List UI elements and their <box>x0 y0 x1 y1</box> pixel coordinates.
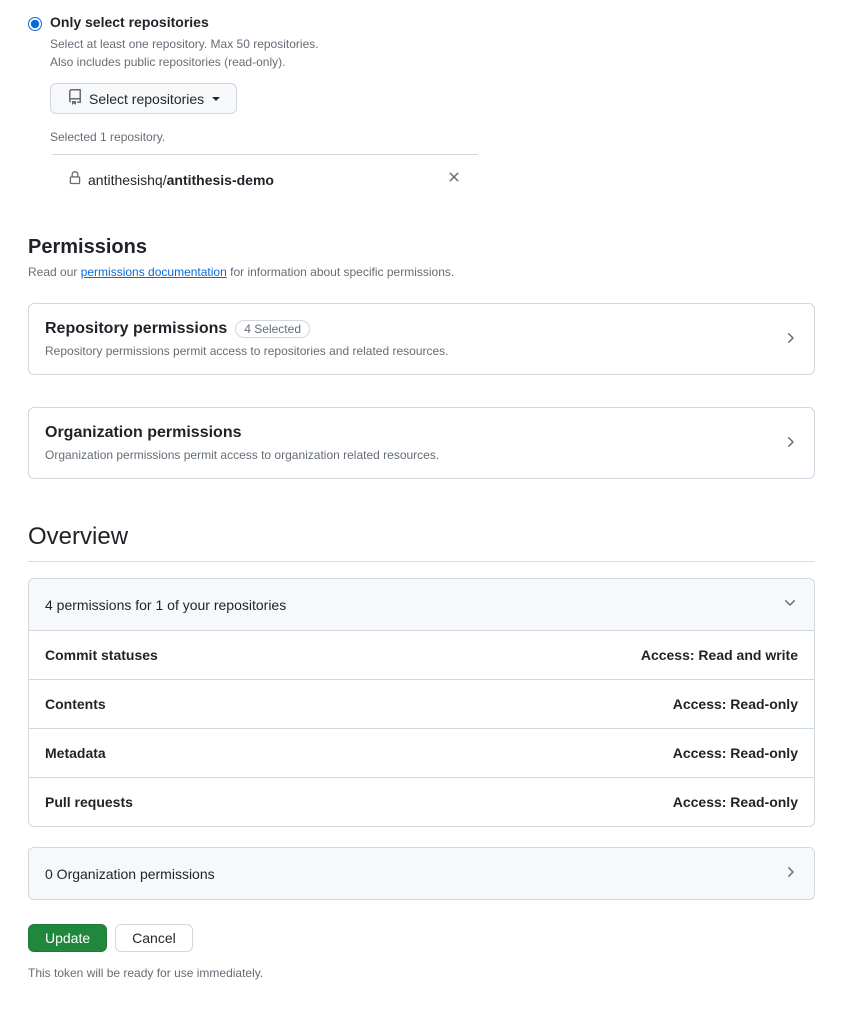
repo-name: antithesis-demo <box>167 172 274 188</box>
lock-icon <box>68 171 82 188</box>
chevron-right-icon <box>782 864 798 883</box>
perm-access: Access: Read-only <box>673 745 798 761</box>
org-overview-header[interactable]: 0 Organization permissions <box>29 848 814 899</box>
permissions-doc-link[interactable]: permissions documentation <box>81 265 227 279</box>
repo-owner: antithesishq/ <box>88 172 167 188</box>
only-select-repos-radio[interactable] <box>28 17 42 31</box>
cancel-button[interactable]: Cancel <box>115 924 193 952</box>
org-perm-title: Organization permissions <box>45 424 241 442</box>
repo-perm-badge: 4 Selected <box>235 320 310 338</box>
permissions-heading: Permissions <box>28 236 815 259</box>
overview-row: Contents Access: Read-only <box>29 679 814 728</box>
overview-row: Metadata Access: Read-only <box>29 728 814 777</box>
perm-name: Pull requests <box>45 794 133 810</box>
radio-description: Select at least one repository. Max 50 r… <box>50 35 815 71</box>
perm-access: Access: Read-only <box>673 794 798 810</box>
update-button[interactable]: Update <box>28 924 107 952</box>
org-permissions-overview: 0 Organization permissions <box>28 847 815 900</box>
repo-perm-title: Repository permissions <box>45 320 227 338</box>
repository-permissions-card[interactable]: Repository permissions 4 Selected Reposi… <box>28 303 815 375</box>
permissions-subtext: Read our permissions documentation for i… <box>28 265 815 279</box>
selected-repo-count: Selected 1 repository. <box>50 130 815 144</box>
chevron-right-icon <box>782 434 798 453</box>
perm-name: Contents <box>45 696 106 712</box>
overview-row: Commit statuses Access: Read and write <box>29 630 814 679</box>
overview-heading: Overview <box>28 523 815 562</box>
select-repositories-button[interactable]: Select repositories <box>50 83 237 114</box>
chevron-right-icon <box>782 330 798 349</box>
perm-access: Access: Read-only <box>673 696 798 712</box>
repo-overview-header[interactable]: 4 permissions for 1 of your repositories <box>29 579 814 630</box>
dropdown-caret-icon <box>212 97 220 101</box>
footer-note: This token will be ready for use immedia… <box>28 966 815 980</box>
overview-row: Pull requests Access: Read-only <box>29 777 814 826</box>
perm-access: Access: Read and write <box>641 647 798 663</box>
selected-repo-item: antithesishq/antithesis-demo <box>52 154 478 204</box>
repo-icon <box>67 89 83 108</box>
remove-repo-icon[interactable] <box>442 169 466 190</box>
repo-perm-desc: Repository permissions permit access to … <box>45 344 449 358</box>
repo-permissions-overview: 4 permissions for 1 of your repositories… <box>28 578 815 827</box>
org-perm-desc: Organization permissions permit access t… <box>45 448 439 462</box>
perm-name: Commit statuses <box>45 647 158 663</box>
chevron-down-icon <box>782 595 798 614</box>
organization-permissions-card[interactable]: Organization permissions Organization pe… <box>28 407 815 479</box>
perm-name: Metadata <box>45 745 106 761</box>
only-select-repos-label: Only select repositories <box>50 14 209 30</box>
